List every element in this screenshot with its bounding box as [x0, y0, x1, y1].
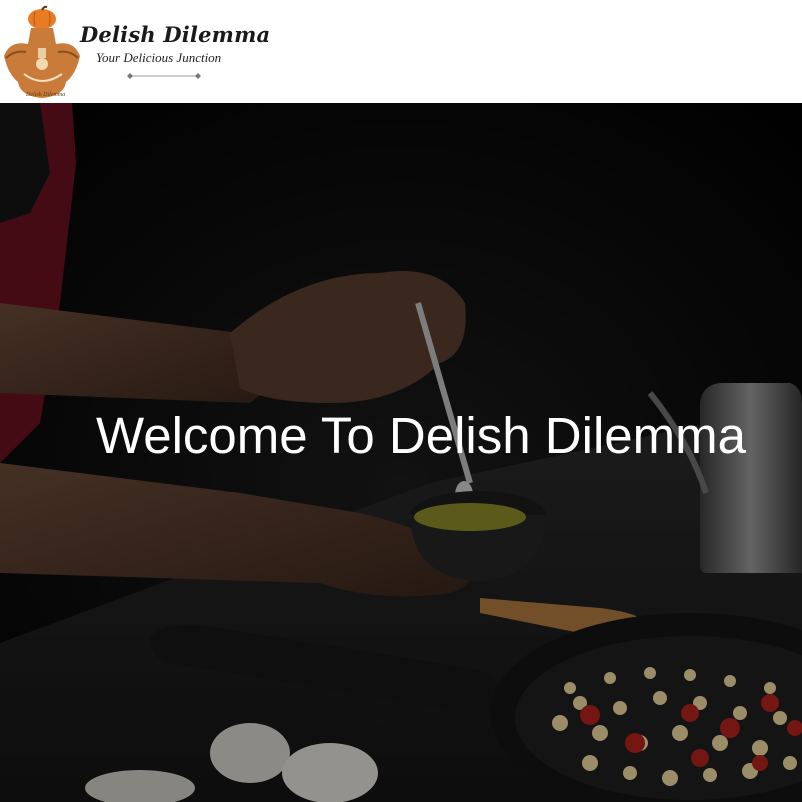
hero-banner: Welcome To Delish Dilemma: [0, 103, 802, 802]
site-title: Delish Dilemma: [80, 22, 271, 47]
svg-text:Delish Dilemma: Delish Dilemma: [25, 92, 65, 98]
site-tagline: Your Delicious Junction: [96, 50, 222, 65]
site-header: Delish Dilemma Delish Dilemma Your Delic…: [0, 0, 802, 103]
divider-ornament-icon: [127, 73, 201, 79]
site-logo-link[interactable]: Delish Dilemma Delish Dilemma Your Delic…: [4, 4, 270, 102]
hero-title: Welcome To Delish Dilemma: [96, 407, 746, 464]
chef-apron-logo-icon: Delish Dilemma: [4, 5, 80, 98]
